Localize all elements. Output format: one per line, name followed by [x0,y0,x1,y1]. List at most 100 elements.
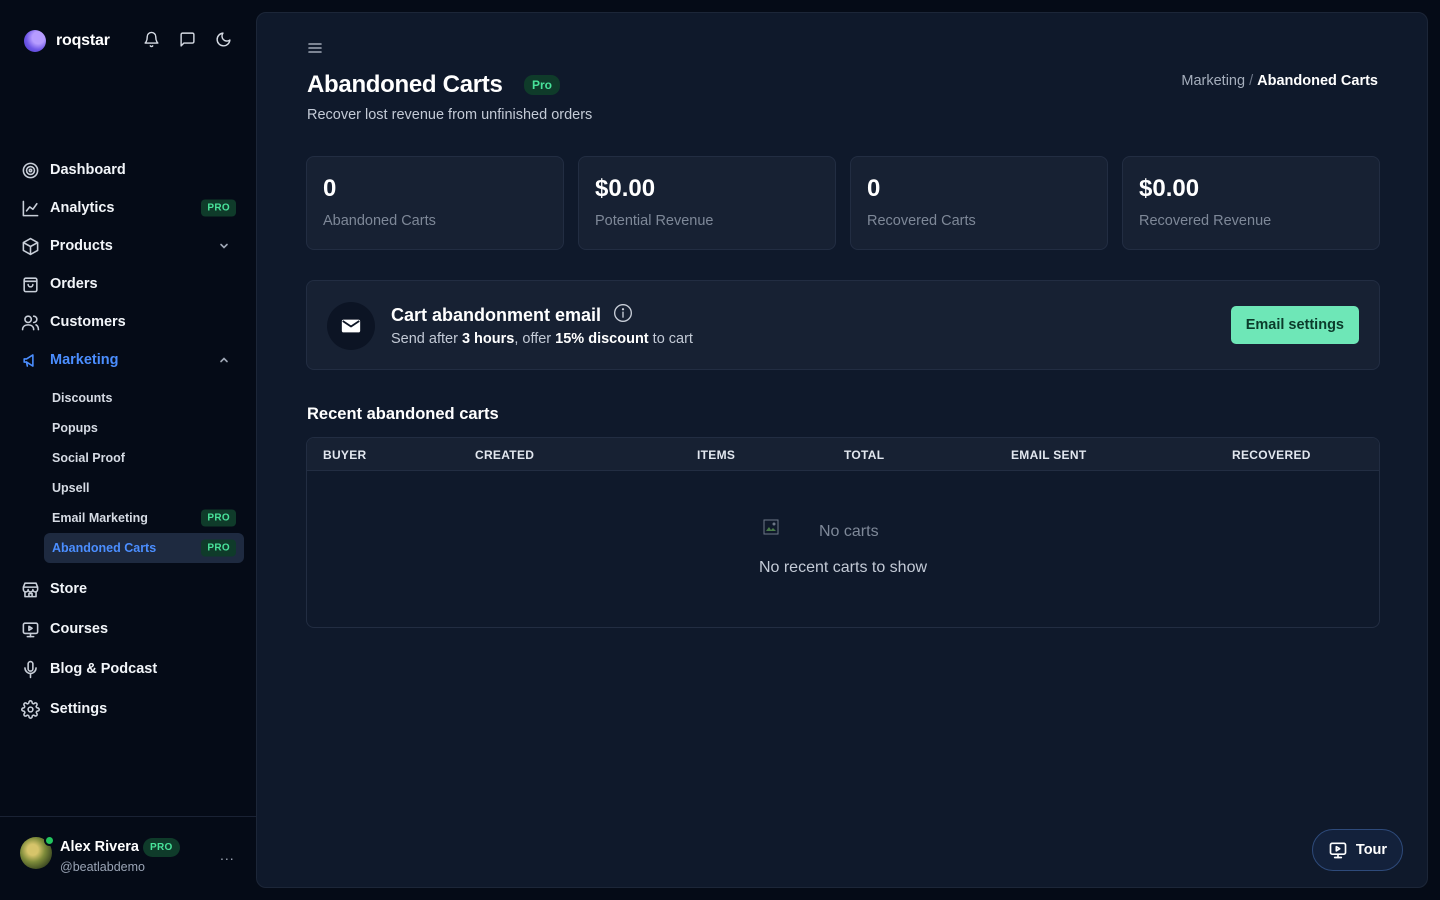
sidebar-subitem-upsell[interactable]: Upsell [44,473,244,503]
sidebar-item-orders[interactable]: Orders [0,265,256,303]
mail-icon [327,302,375,350]
subitem-label: Upsell [52,481,90,495]
stat-card-abandoned-carts: 0 Abandoned Carts [306,156,564,250]
cart-abandonment-email-card: Cart abandonment email Send after 3 hour… [306,280,1380,370]
email-card-title: Cart abandonment email [391,305,602,325]
tour-icon [1329,842,1347,859]
sidebar-item-customers[interactable]: Customers [0,303,256,341]
chevron-up-icon[interactable] [218,354,230,366]
subitem-label: Social Proof [52,451,125,465]
tour-button[interactable]: Tour [1312,829,1403,871]
sidebar: roqstar Dashboard Analytics PRO Products… [0,0,256,900]
breadcrumb-separator: / [1249,73,1254,89]
sidebar-subitem-email-marketing[interactable]: Email Marketing PRO [44,503,244,533]
email-desc-suffix: to cart [652,331,693,347]
column-header-buyer[interactable]: BUYER [323,448,367,462]
column-header-email-sent[interactable]: EMAIL SENT [1011,448,1086,462]
email-desc-prefix: Send after [391,331,458,347]
email-desc-mid: , offer [514,331,552,347]
brand[interactable]: roqstar [24,30,110,52]
more-options-icon[interactable]: ... [220,847,235,863]
sidebar-item-label: Products [50,238,113,254]
stat-card-potential-revenue: $0.00 Potential Revenue [578,156,836,250]
sidebar-item-blog-podcast[interactable]: Blog & Podcast [0,649,256,689]
stat-card-recovered-revenue: $0.00 Recovered Revenue [1122,156,1380,250]
sidebar-subitem-social-proof[interactable]: Social Proof [44,443,244,473]
sidebar-item-products[interactable]: Products [0,227,256,265]
email-settings-button[interactable]: Email settings [1230,306,1359,344]
sidebar-item-label: Settings [50,701,108,717]
sidebar-subitem-discounts[interactable]: Discounts [44,383,244,413]
sidebar-item-label: Orders [50,276,98,292]
subitem-label: Abandoned Carts [52,541,157,555]
column-header-total[interactable]: TOTAL [844,448,884,462]
sidebar-item-marketing[interactable]: Marketing [0,341,256,379]
chevron-down-icon[interactable] [218,240,230,252]
empty-image-alt-text: No carts [819,523,879,540]
breadcrumb-parent[interactable]: Marketing [1181,73,1245,89]
user-handle: @beatlabdemo [60,860,145,874]
marketing-icon [20,350,40,370]
page-title: Abandoned Carts [307,71,503,98]
info-icon[interactable] [613,303,633,323]
brand-logo-icon [24,30,46,52]
stat-label: Potential Revenue [595,213,714,229]
orders-icon [20,274,40,294]
pro-badge: PRO [201,539,236,557]
subitem-label: Email Marketing [52,511,148,525]
subitem-label: Popups [52,421,98,435]
microphone-icon [20,659,40,679]
column-header-recovered[interactable]: RECOVERED [1232,448,1311,462]
user-name: Alex Rivera [60,839,139,855]
dashboard-icon [20,160,40,180]
breadcrumb: Marketing / Abandoned Carts [1181,73,1378,89]
user-profile[interactable]: Alex Rivera PRO @beatlabdemo ... [0,816,256,900]
courses-icon [20,619,40,639]
chat-icon[interactable] [178,30,196,48]
stat-label: Recovered Carts [867,213,976,229]
top-icons [142,30,232,48]
sidebar-subitem-popups[interactable]: Popups [44,413,244,443]
sidebar-item-settings[interactable]: Settings [0,689,256,729]
email-discount: 15% discount [555,331,649,347]
sidebar-item-analytics[interactable]: Analytics PRO [0,189,256,227]
stat-label: Recovered Revenue [1139,213,1272,229]
pro-badge: PRO [201,199,236,217]
breadcrumb-current: Abandoned Carts [1257,73,1378,89]
table-header: BUYER CREATED ITEMS TOTAL EMAIL SENT REC… [307,438,1379,471]
stat-value: $0.00 [595,175,656,202]
stat-value: 0 [323,175,337,202]
brand-name: roqstar [56,32,110,49]
marketing-submenu: Discounts Popups Social Proof Upsell Ema… [0,379,256,569]
sidebar-item-dashboard[interactable]: Dashboard [0,151,256,189]
pro-badge: PRO [201,509,236,527]
column-header-items[interactable]: ITEMS [697,448,735,462]
moon-icon[interactable] [214,30,232,48]
sidebar-item-store[interactable]: Store [0,569,256,609]
tour-label: Tour [1355,842,1388,858]
sidebar-item-label: Customers [50,314,126,330]
recent-carts-table: BUYER CREATED ITEMS TOTAL EMAIL SENT REC… [306,437,1380,628]
hamburger-menu-icon[interactable] [307,41,323,55]
page-subtitle: Recover lost revenue from unfinished ord… [307,107,593,123]
customers-icon [20,312,40,332]
sidebar-item-courses[interactable]: Courses [0,609,256,649]
sidebar-item-label: Analytics [50,200,115,216]
gear-icon [20,699,40,719]
stats-row: 0 Abandoned Carts $0.00 Potential Revenu… [306,156,1380,250]
recent-carts-title: Recent abandoned carts [307,405,499,423]
store-icon [20,579,40,599]
main-panel: Abandoned Carts Pro Recover lost revenue… [256,12,1428,888]
sidebar-subitem-abandoned-carts[interactable]: Abandoned Carts PRO [44,533,244,563]
column-header-created[interactable]: CREATED [475,448,534,462]
stat-card-recovered-carts: 0 Recovered Carts [850,156,1108,250]
products-icon [20,236,40,256]
sidebar-item-label: Store [50,581,88,597]
analytics-icon [20,198,40,218]
stat-value: $0.00 [1139,175,1200,202]
sidebar-item-label: Blog & Podcast [50,661,158,677]
stat-label: Abandoned Carts [323,213,436,229]
sidebar-item-label: Courses [50,621,109,637]
email-card-description: Send after 3 hours, offer 15% discount t… [391,331,693,347]
bell-icon[interactable] [142,30,160,48]
